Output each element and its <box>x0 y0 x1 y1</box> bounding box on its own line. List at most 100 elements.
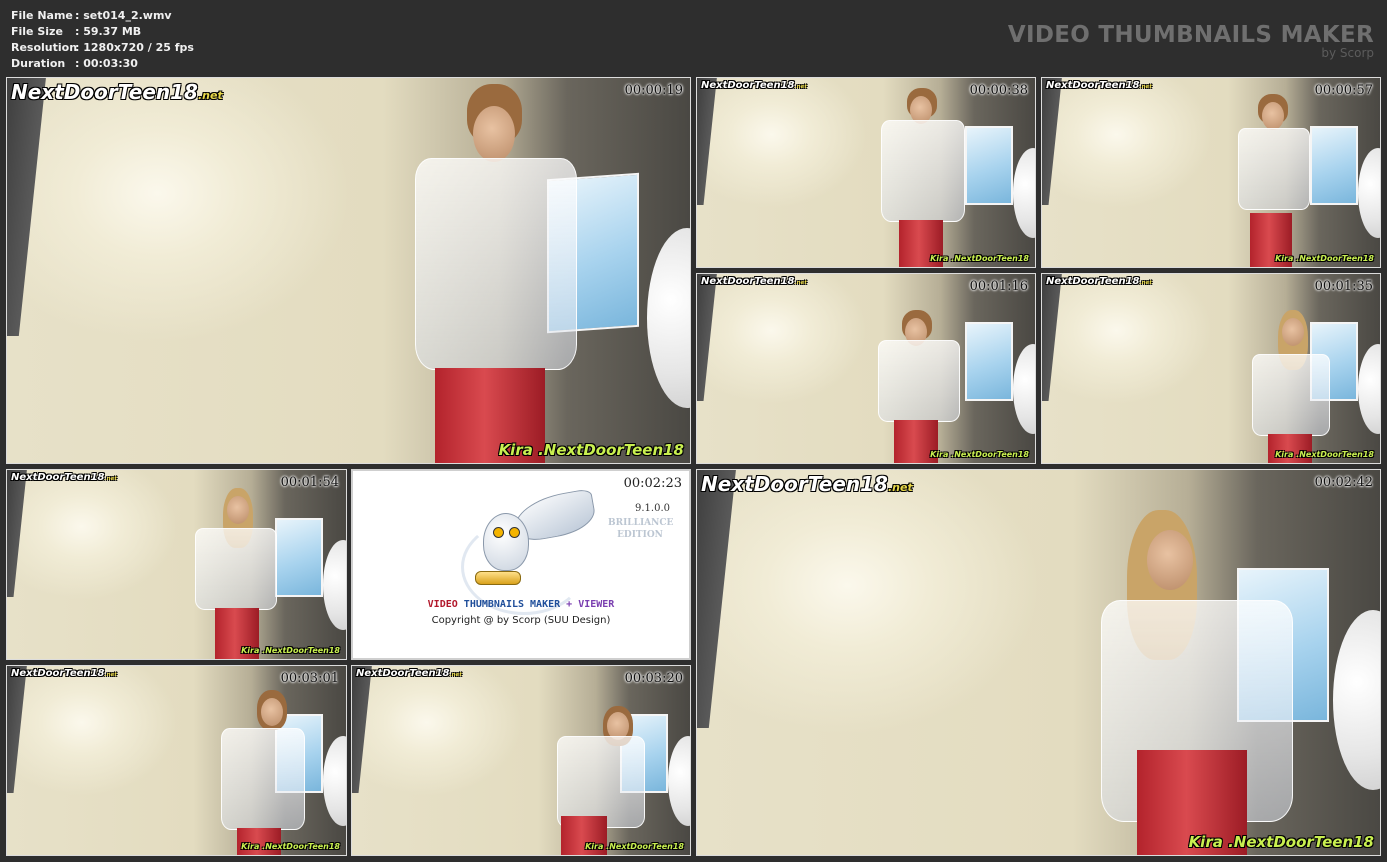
frame-image <box>697 78 1035 267</box>
shirt-shape <box>415 158 577 370</box>
thumbnail[interactable]: NextDoorTeen18.net 00:00:57 Kira .NextDo… <box>1041 77 1381 268</box>
model-figure <box>1097 470 1297 855</box>
umbrella-shape <box>1358 344 1380 434</box>
info-row-resolution: Resolution: 1280x720 / 25 fps <box>11 40 194 56</box>
shirt-shape <box>221 728 305 830</box>
thumbnail[interactable]: NextDoorTeen18.net 00:01:16 Kira .NextDo… <box>696 273 1036 464</box>
shirt-shape <box>195 528 277 610</box>
info-row-filesize: File Size: 59.37 MB <box>11 24 194 40</box>
info-value: : 59.37 MB <box>75 25 142 38</box>
info-value: : 00:03:30 <box>75 57 138 70</box>
watermark: Kira .NextDoorTeen18 <box>1188 833 1374 851</box>
lamp-shape <box>352 666 373 793</box>
splash-title-part: THUMBNAILS MAKER <box>463 599 561 610</box>
info-value: : set014_2.wmv <box>75 9 172 22</box>
softbox-shape <box>1310 126 1358 205</box>
watermark: Kira .NextDoorTeen18 <box>498 441 684 459</box>
timestamp: 00:01:16 <box>969 279 1028 294</box>
head-shape <box>1282 318 1304 346</box>
shirt-shape <box>1252 354 1330 436</box>
umbrella-shape <box>1013 148 1035 238</box>
timestamp: 00:02:42 <box>1314 475 1373 490</box>
info-key: Resolution <box>11 41 78 54</box>
site-logo: NextDoorTeen18.net <box>11 80 223 104</box>
edition-label: BRILLIANCE EDITION <box>608 517 673 541</box>
logo-text: NextDoorTeen18 <box>356 668 450 679</box>
info-row-duration: Duration: 00:03:30 <box>11 56 194 72</box>
owl-logo <box>461 488 601 615</box>
logo-suffix: .net <box>1139 84 1152 90</box>
thumbnail[interactable]: NextDoorTeen18.net 00:03:20 Kira .NextDo… <box>351 665 691 856</box>
splash-title-part: VIDEO <box>427 599 458 610</box>
timestamp: 00:00:19 <box>624 83 683 98</box>
logo-suffix: .net <box>104 476 117 482</box>
head-shape <box>261 698 283 726</box>
head-shape <box>1147 530 1193 590</box>
model-figure <box>187 470 277 659</box>
softbox-shape <box>965 322 1013 401</box>
owl-eye-shape <box>493 527 504 538</box>
umbrella-shape <box>1333 610 1380 790</box>
brand-subtitle: by Scorp <box>1321 46 1374 60</box>
thumbnail[interactable]: NextDoorTeen18.net 00:01:35 Kira .NextDo… <box>1041 273 1381 464</box>
shirt-shape <box>881 120 965 222</box>
head-shape <box>1262 102 1284 130</box>
owl-body-shape <box>483 513 529 571</box>
timestamp: 00:01:35 <box>1314 279 1373 294</box>
version-label: 9.1.0.0 <box>635 503 670 514</box>
thumbnail[interactable]: NextDoorTeen18.net 00:00:19 Kira .NextDo… <box>6 77 691 464</box>
model-figure <box>1242 274 1332 463</box>
logo-suffix: .net <box>794 84 807 90</box>
site-logo: NextDoorTeen18.net <box>701 80 807 91</box>
frame-image <box>7 78 690 463</box>
lamp-shape <box>1042 78 1063 205</box>
umbrella-shape <box>323 736 346 826</box>
watermark: Kira .NextDoorTeen18 <box>241 646 340 655</box>
shirt-shape <box>878 340 960 422</box>
frame-image <box>697 470 1380 855</box>
thumbnail[interactable]: NextDoorTeen18.net 00:03:01 Kira .NextDo… <box>6 665 347 856</box>
thumbnail[interactable]: NextDoorTeen18.net 00:00:38 Kira .NextDo… <box>696 77 1036 268</box>
model-figure <box>407 78 587 463</box>
site-logo: NextDoorTeen18.net <box>11 668 117 679</box>
model-figure <box>872 274 962 463</box>
logo-text: NextDoorTeen18 <box>701 80 795 91</box>
logo-suffix: .net <box>887 481 913 494</box>
logo-suffix: .net <box>449 672 462 678</box>
logo-text: NextDoorTeen18 <box>11 80 198 104</box>
thumbnail-splash[interactable]: 00:02:23 9.1.0.0 BRILLIANCE EDITION VIDE… <box>351 469 691 660</box>
lamp-shape <box>1042 274 1063 401</box>
logo-text: NextDoorTeen18 <box>701 472 888 496</box>
thumbnail[interactable]: NextDoorTeen18.net 00:01:54 Kira .NextDo… <box>6 469 347 660</box>
site-logo: NextDoorTeen18.net <box>1046 276 1152 287</box>
frame-image <box>697 274 1035 463</box>
site-logo: NextDoorTeen18.net <box>11 472 117 483</box>
logo-suffix: .net <box>794 280 807 286</box>
frame-image <box>7 666 346 855</box>
shirt-shape <box>557 736 645 828</box>
splash-copyright: Copyright @ by Scorp (SUU Design) <box>431 615 611 626</box>
owl-eye-shape <box>509 527 520 538</box>
head-shape <box>473 106 515 162</box>
umbrella-shape <box>1358 148 1380 238</box>
frame-image <box>1042 78 1380 267</box>
timestamp: 00:01:54 <box>280 475 339 490</box>
logo-suffix: .net <box>1139 280 1152 286</box>
logo-text: NextDoorTeen18 <box>701 276 795 287</box>
head-shape <box>227 496 249 524</box>
logo-text: NextDoorTeen18 <box>11 668 105 679</box>
pants-shape <box>1268 434 1312 463</box>
logo-suffix: .net <box>197 89 223 102</box>
umbrella-shape <box>323 540 346 630</box>
softbox-shape <box>965 126 1013 205</box>
brand-title: VIDEO THUMBNAILS MAKER <box>1007 22 1374 48</box>
watermark: Kira .NextDoorTeen18 <box>930 450 1029 459</box>
umbrella-shape <box>1013 344 1035 434</box>
scroll-shape <box>475 571 521 585</box>
lamp-shape <box>7 78 50 336</box>
umbrella-shape <box>647 228 690 408</box>
thumbnail[interactable]: NextDoorTeen18.net 00:02:42 Kira .NextDo… <box>696 469 1381 856</box>
logo-text: NextDoorTeen18 <box>11 472 105 483</box>
site-logo: NextDoorTeen18.net <box>1046 80 1152 91</box>
watermark: Kira .NextDoorTeen18 <box>241 842 340 851</box>
